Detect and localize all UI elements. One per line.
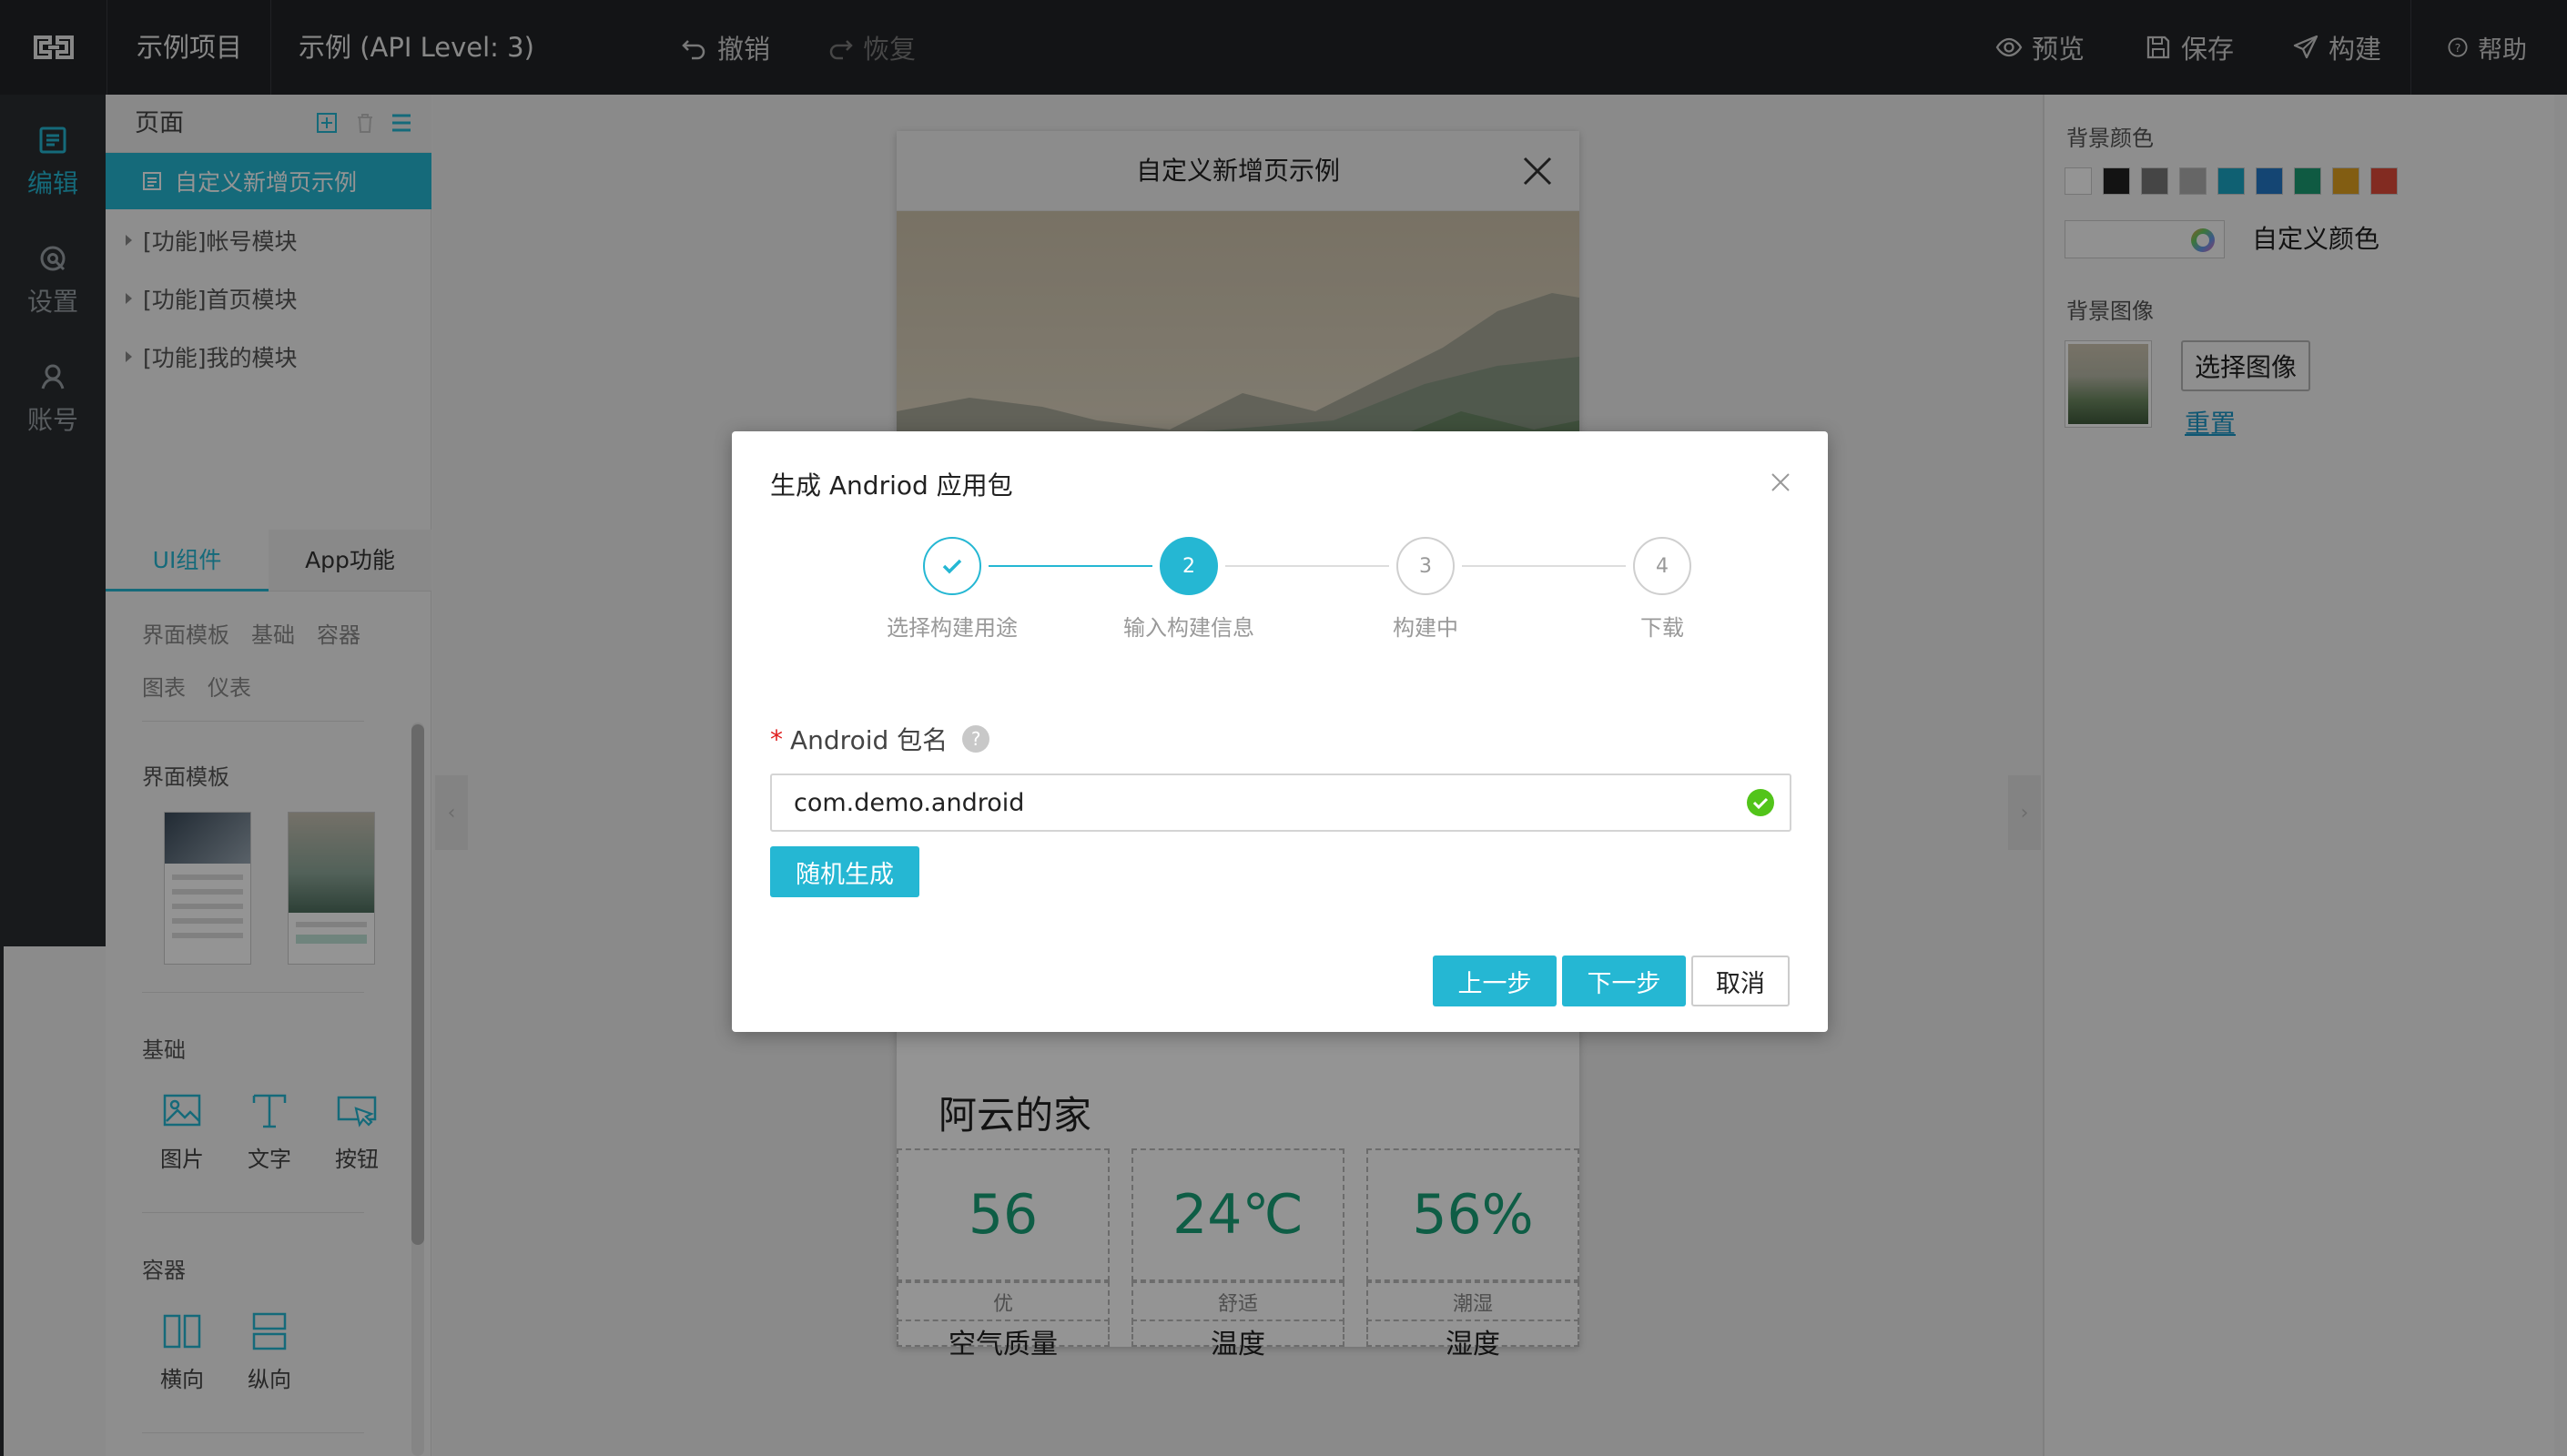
cancel-button[interactable]: 取消 — [1691, 956, 1790, 1006]
step-connector — [1225, 565, 1389, 567]
package-name-value: com.demo.android — [794, 788, 1025, 817]
package-name-input[interactable]: com.demo.android — [770, 774, 1791, 832]
close-icon[interactable] — [1770, 471, 1791, 493]
step-2-current: 2 — [1160, 537, 1218, 595]
next-step-button[interactable]: 下一步 — [1562, 956, 1686, 1006]
step-1-done — [923, 537, 981, 595]
step-connector — [989, 565, 1152, 567]
step-3: 3 — [1396, 537, 1455, 595]
step-connector — [1462, 565, 1626, 567]
required-mark: * — [770, 723, 783, 754]
package-name-text: Android 包名 — [790, 725, 949, 755]
valid-check-icon — [1747, 789, 1774, 816]
package-name-label: * Android 包名 ? — [770, 721, 990, 757]
help-icon[interactable]: ? — [962, 725, 990, 753]
step-label: 下载 — [1640, 615, 1684, 641]
prev-step-button[interactable]: 上一步 — [1433, 956, 1557, 1006]
step-label: 构建中 — [1393, 615, 1458, 641]
build-android-dialog: 生成 Andriod 应用包 2 3 4 选择构建用途 输入构建信息 构建中 下… — [732, 431, 1828, 1032]
step-label: 选择构建用途 — [887, 615, 1018, 641]
dialog-title: 生成 Andriod 应用包 — [770, 470, 1013, 500]
random-generate-button[interactable]: 随机生成 — [770, 846, 919, 897]
step-4: 4 — [1633, 537, 1691, 595]
step-label: 输入构建信息 — [1123, 615, 1254, 641]
check-icon — [942, 559, 962, 574]
